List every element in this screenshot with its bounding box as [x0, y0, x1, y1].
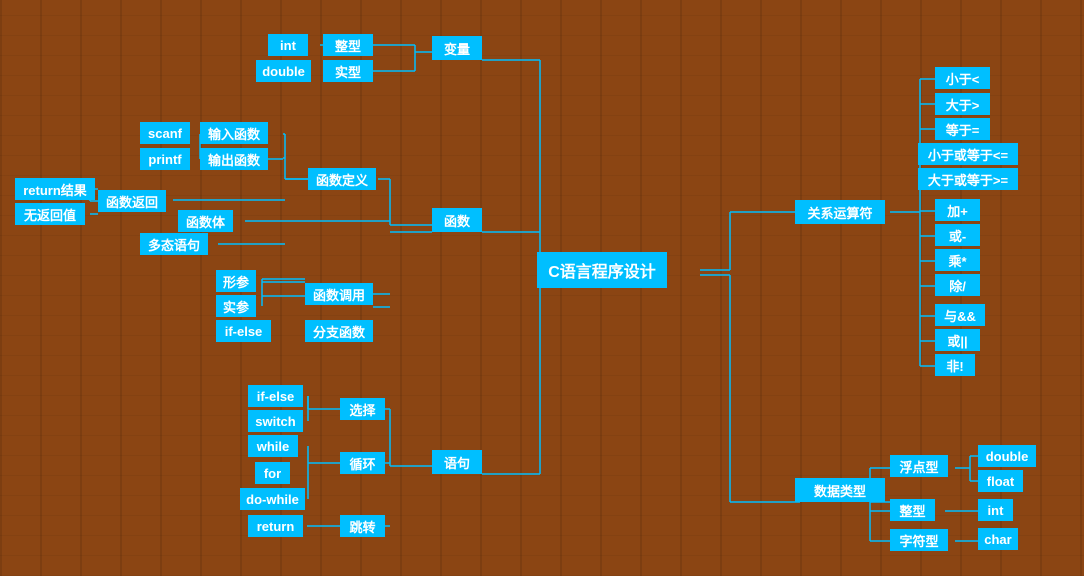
node-xiaoydengyu: 小于或等于<= — [918, 143, 1018, 165]
node-double2: double — [978, 445, 1036, 467]
node-dengyu: 等于= — [935, 118, 990, 140]
node-dowhile: do-while — [240, 488, 305, 510]
node-shuchuhanshu: 输出函数 — [200, 148, 268, 170]
node-xiaoyu: 小于< — [935, 67, 990, 89]
node-fenzhi: 分支函数 — [305, 320, 373, 342]
node-int2: int — [978, 499, 1013, 521]
node-zifuxing: 字符型 — [890, 529, 948, 551]
node-hanshu: 函数 — [432, 208, 482, 232]
node-chu: 除/ — [935, 274, 980, 296]
node-wufanhui: 无返回值 — [15, 203, 85, 225]
node-bianliang: 变量 — [432, 36, 482, 60]
node-hanshudiaoyong: 函数调用 — [305, 283, 373, 305]
node-zhengxing2: 整型 — [890, 499, 935, 521]
node-char: char — [978, 528, 1018, 550]
node-zhengxing: 整型 — [323, 34, 373, 56]
node-huo2: 或|| — [935, 329, 980, 351]
node-shujuleixing: 数据类型 — [795, 478, 885, 502]
node-hanshudingyi: 函数定义 — [308, 168, 376, 190]
node-hanshuti: 函数体 — [178, 210, 233, 232]
node-fudianxing: 浮点型 — [890, 455, 948, 477]
node-dayu: 大于> — [935, 93, 990, 115]
node-ifelse-stmt: if-else — [248, 385, 303, 407]
node-huo: 或- — [935, 224, 980, 246]
node-xingcan: 形参 — [216, 270, 256, 292]
node-tiaozhua: 跳转 — [340, 515, 385, 537]
node-for: for — [255, 462, 290, 484]
node-ifelse-func: if-else — [216, 320, 271, 342]
node-fei: 非! — [935, 354, 975, 376]
node-shican: 实参 — [216, 295, 256, 317]
node-shixing: 实型 — [323, 60, 373, 82]
node-yu: 与&& — [935, 304, 985, 326]
node-float: float — [978, 470, 1023, 492]
node-xuanze: 选择 — [340, 398, 385, 420]
node-xunhuan: 循环 — [340, 452, 385, 474]
node-cheng: 乘* — [935, 249, 980, 271]
main-node: C语言程序设计 — [537, 252, 667, 288]
node-duocantaiyu: 多态语句 — [140, 233, 208, 255]
node-guanxi: 关系运算符 — [795, 200, 885, 224]
node-shuruhanshu: 输入函数 — [200, 122, 268, 144]
node-hanshufahui: 函数返回 — [98, 190, 166, 212]
node-dayudengyu: 大于或等于>= — [918, 168, 1018, 190]
node-juju: 语句 — [432, 450, 482, 474]
node-return-stmt: return — [248, 515, 303, 537]
node-jia: 加+ — [935, 199, 980, 221]
node-return-result: return结果 — [15, 178, 95, 200]
node-while: while — [248, 435, 298, 457]
node-switch: switch — [248, 410, 303, 432]
node-scanf: scanf — [140, 122, 190, 144]
node-int: int — [268, 34, 308, 56]
node-printf: printf — [140, 148, 190, 170]
node-double: double — [256, 60, 311, 82]
